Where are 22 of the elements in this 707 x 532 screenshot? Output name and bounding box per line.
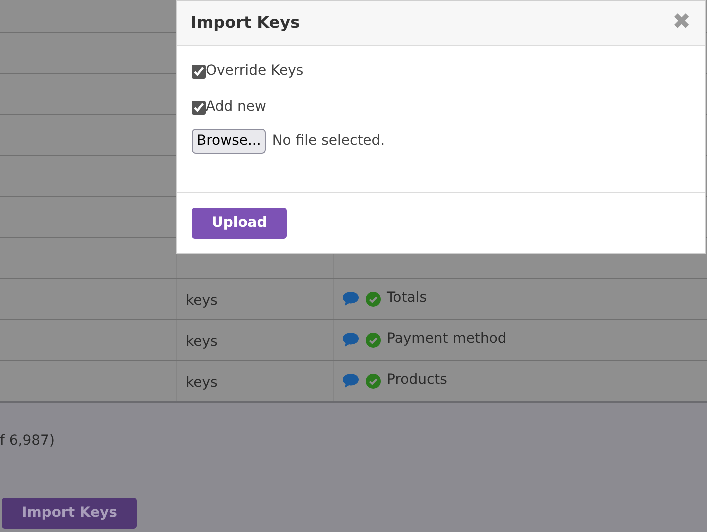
check-circle-icon (366, 292, 381, 306)
comment-icon (342, 373, 360, 389)
table-cell-text: Products (387, 371, 448, 390)
comment-icon (342, 291, 360, 307)
browse-button[interactable]: Browse... (192, 129, 266, 154)
checkbox[interactable] (192, 64, 206, 78)
pagination-text: f 6,987) (0, 432, 56, 451)
import-keys-button[interactable]: Import Keys (2, 498, 138, 529)
checkbox[interactable] (192, 100, 206, 114)
checkbox-label: Override Keys (206, 62, 304, 81)
checkbox-label: Add new (206, 98, 266, 117)
check-circle-icon (366, 374, 381, 388)
table-cell: keys (186, 375, 218, 391)
table-cell-text: Totals (387, 289, 427, 308)
table-cell: keys (186, 334, 218, 350)
table-cell-text: Payment method (387, 330, 507, 349)
check-circle-icon (366, 332, 381, 348)
comment-icon (342, 332, 360, 348)
file-status: No file selected. (272, 132, 386, 151)
upload-button[interactable]: Upload (192, 208, 288, 239)
table-cell: keys (186, 293, 218, 309)
modal-title: Import Keys (191, 12, 300, 34)
